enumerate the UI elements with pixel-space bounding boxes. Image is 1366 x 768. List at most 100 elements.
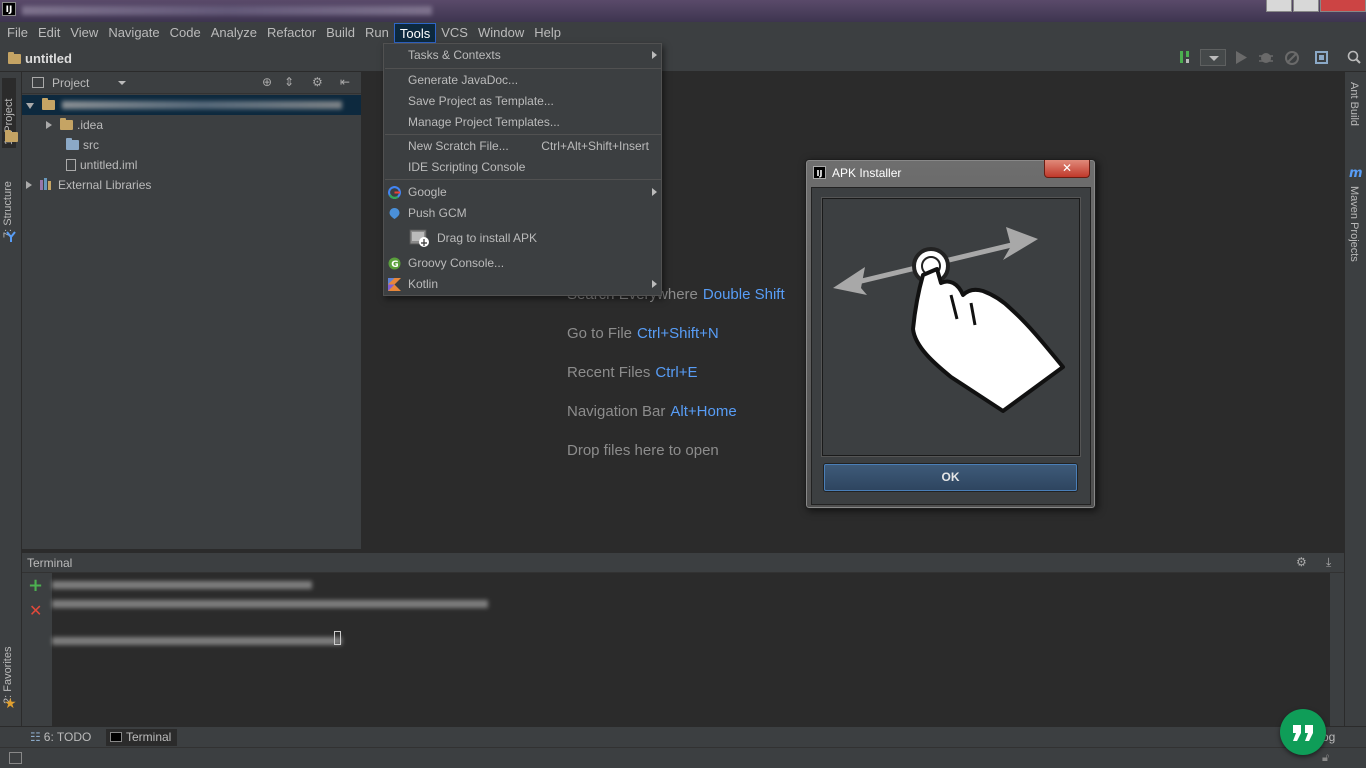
menu-window[interactable]: Window xyxy=(473,23,529,43)
terminal-icon xyxy=(110,732,122,742)
terminal-line-blurred xyxy=(52,581,312,589)
new-session-plus-icon[interactable]: + xyxy=(28,575,43,596)
hint-shortcut: Ctrl+E xyxy=(655,364,698,381)
maven-projects-tab[interactable]: Maven Projects xyxy=(1348,186,1360,262)
navigation-bar: untitled xyxy=(0,44,1366,72)
menu-refactor[interactable]: Refactor xyxy=(262,23,321,43)
menu-shortcut: Ctrl+Alt+Shift+Insert xyxy=(541,139,649,153)
scroll-from-source-icon[interactable]: ⊕ xyxy=(262,75,272,89)
project-panel-header: Project ⊕ ⇕ ⚙ ⇤ xyxy=(22,72,361,94)
menu-analyze[interactable]: Analyze xyxy=(206,23,262,43)
debug-icon[interactable] xyxy=(1258,50,1274,65)
menu-item-ide-scripting-console[interactable]: IDE Scripting Console xyxy=(384,157,661,178)
menu-navigate[interactable]: Navigate xyxy=(103,23,164,43)
maven-icon: m xyxy=(1349,166,1363,181)
sdk-manager-icon[interactable] xyxy=(1314,50,1330,65)
ant-build-tab[interactable]: Ant Build xyxy=(1348,82,1360,126)
gcm-icon xyxy=(389,208,400,219)
menu-item-google[interactable]: Google xyxy=(384,182,661,203)
coverage-icon[interactable] xyxy=(1284,50,1300,65)
favorites-tool-tab[interactable]: 2: Favorites xyxy=(2,634,14,704)
drop-area[interactable] xyxy=(822,198,1080,456)
project-view-selector[interactable]: Project xyxy=(52,76,89,90)
tree-item-external-libraries[interactable]: External Libraries xyxy=(26,175,151,195)
menu-help[interactable]: Help xyxy=(529,23,566,43)
dialog-close-button[interactable]: ✕ xyxy=(1044,160,1090,178)
left-tool-window-bar: 1: Project 7: Structure 2: Favorites ★ xyxy=(0,72,22,726)
structure-tool-tab[interactable]: 7: Structure xyxy=(2,168,14,238)
menu-item-generate-javadoc[interactable]: Generate JavaDoc... xyxy=(384,70,661,91)
tree-root-label-blurred xyxy=(62,101,342,109)
terminal-cursor xyxy=(334,631,341,645)
menu-vcs[interactable]: VCS xyxy=(436,23,473,43)
tree-item-idea[interactable]: .idea xyxy=(46,115,103,135)
dialog-title: APK Installer xyxy=(832,166,902,180)
terminal-scrollbar[interactable] xyxy=(1330,573,1344,726)
menu-item-tasks-contexts[interactable]: Tasks & Contexts xyxy=(384,45,661,66)
menu-tools[interactable]: Tools xyxy=(393,23,437,43)
menu-build[interactable]: Build xyxy=(321,23,360,43)
chevron-down-icon xyxy=(26,103,34,109)
dialog-body: OK xyxy=(811,187,1091,505)
collapse-all-icon[interactable]: ⇕ xyxy=(284,75,294,89)
terminal-prompt-blurred xyxy=(52,637,342,645)
submenu-arrow-icon xyxy=(652,51,657,59)
chevron-down-icon[interactable] xyxy=(118,81,126,85)
menu-item-new-scratch-file[interactable]: New Scratch File... Ctrl+Alt+Shift+Insert xyxy=(384,136,661,157)
project-folder-icon xyxy=(8,52,21,64)
close-session-icon[interactable]: ✕ xyxy=(29,601,42,620)
gear-icon[interactable]: ⚙ xyxy=(312,75,323,89)
search-icon[interactable] xyxy=(1347,50,1361,65)
tools-menu-dropdown: Tasks & Contexts Generate JavaDoc... Sav… xyxy=(383,43,662,296)
menu-file[interactable]: File xyxy=(2,23,33,43)
apk-installer-dialog: IJ APK Installer ✕ OK xyxy=(805,159,1096,509)
toggle-tool-windows-icon[interactable] xyxy=(9,752,22,764)
tree-item-iml[interactable]: untitled.iml xyxy=(66,155,137,175)
breadcrumb-project: untitled xyxy=(25,51,72,66)
minimize-button[interactable] xyxy=(1266,0,1292,12)
ok-button[interactable]: OK xyxy=(824,464,1077,491)
file-icon xyxy=(66,159,76,171)
menu-item-save-template[interactable]: Save Project as Template... xyxy=(384,91,661,112)
menu-item-kotlin[interactable]: Kotlin xyxy=(384,274,661,295)
menu-separator xyxy=(385,68,661,69)
tree-root-row[interactable] xyxy=(22,95,361,115)
hint-go-to-file: Go to File Ctrl+Shift+N xyxy=(567,325,719,342)
menu-item-push-gcm[interactable]: Push GCM xyxy=(384,203,661,224)
hangouts-chat-bubble[interactable] xyxy=(1280,709,1326,755)
hide-panel-icon[interactable]: ⤓ xyxy=(1326,555,1331,570)
maximize-button[interactable] xyxy=(1293,0,1319,12)
breadcrumb[interactable]: untitled xyxy=(8,51,72,66)
tree-item-label: .idea xyxy=(77,118,104,132)
structure-icon xyxy=(6,231,16,242)
menu-item-groovy-console[interactable]: G Groovy Console... xyxy=(384,253,661,274)
favorites-star-icon: ★ xyxy=(4,696,17,712)
menu-item-drag-install-apk[interactable]: Drag to install APK xyxy=(384,225,661,252)
window-title-blurred xyxy=(22,6,432,15)
menu-item-manage-templates[interactable]: Manage Project Templates... xyxy=(384,112,661,133)
terminal-title: Terminal xyxy=(27,556,73,570)
menu-run[interactable]: Run xyxy=(360,23,394,43)
apk-drag-icon xyxy=(409,229,429,247)
run-icon[interactable] xyxy=(1234,50,1248,65)
window-title-bar: IJ xyxy=(0,0,1366,22)
status-bar: 🔓︎ xyxy=(0,747,1366,768)
vcs-update-icon[interactable] xyxy=(1178,49,1192,65)
hint-shortcut: Ctrl+Shift+N xyxy=(637,325,719,342)
menu-edit[interactable]: Edit xyxy=(33,23,65,43)
hide-panel-icon[interactable]: ⇤ xyxy=(340,75,350,89)
groovy-icon: G xyxy=(388,257,401,270)
menu-view[interactable]: View xyxy=(65,23,103,43)
project-tab-icon xyxy=(5,130,18,142)
terminal-tool-tab[interactable]: Terminal xyxy=(106,729,178,746)
terminal-output[interactable] xyxy=(52,573,1330,726)
window-close-button[interactable] xyxy=(1320,0,1366,12)
folder-icon xyxy=(42,98,55,110)
run-config-selector[interactable] xyxy=(1200,49,1226,66)
gear-icon[interactable]: ⚙ xyxy=(1296,555,1307,569)
todo-tool-tab[interactable]: ☷ 6: TODO xyxy=(26,729,97,746)
swipe-hand-icon xyxy=(833,227,1065,413)
menu-code[interactable]: Code xyxy=(165,23,206,43)
kotlin-icon xyxy=(388,278,401,291)
tree-item-src[interactable]: src xyxy=(66,135,99,155)
